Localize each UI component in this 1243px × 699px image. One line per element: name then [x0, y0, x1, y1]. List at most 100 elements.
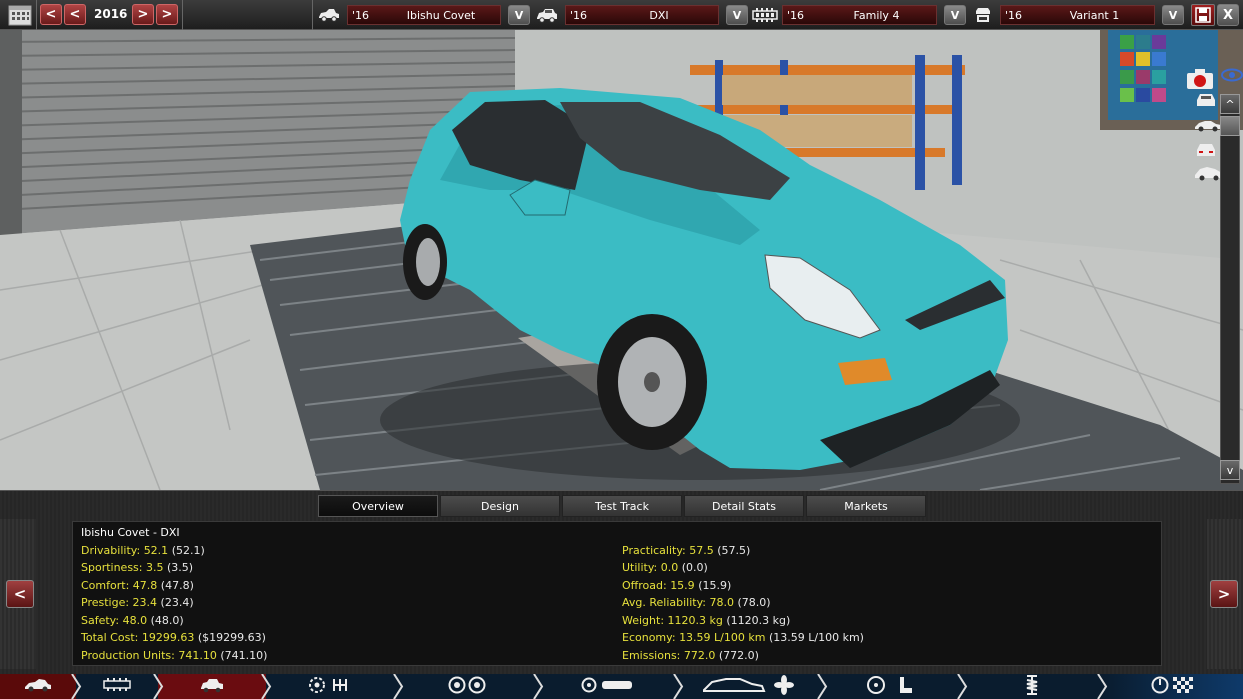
stat-label: Comfort:: [81, 579, 130, 592]
variant-year: '16: [1005, 8, 1023, 22]
suspension-tuning-icon: [1021, 674, 1043, 699]
trim-year: '16: [570, 8, 588, 22]
variant-select[interactable]: '16 Variant 1: [1000, 5, 1155, 25]
car-3d-viewport[interactable]: ^ v: [0, 30, 1243, 490]
stat-value: 13.59 L/100 km: [679, 631, 766, 644]
wheels-icon: [446, 676, 490, 698]
stat-label: Prestige:: [81, 596, 130, 609]
scroll-up-button[interactable]: ^: [1220, 94, 1240, 114]
model-dropdown-button[interactable]: V: [508, 5, 530, 25]
stat-label: Economy:: [622, 631, 676, 644]
divider: [36, 0, 37, 30]
stat-base: (1120.3 kg): [726, 614, 791, 627]
stat-production-units: Production Units: 741.10 (741.10): [81, 649, 267, 664]
stat-weight: Weight: 1120.3 kg (1120.3 kg): [622, 614, 790, 629]
trim-select[interactable]: '16 DXI: [565, 5, 719, 25]
stat-base: (48.0): [150, 614, 184, 627]
stat-base: (3.5): [167, 561, 194, 574]
zoom-scrollbar[interactable]: [1220, 94, 1240, 484]
stat-safety: Safety: 48.0 (48.0): [81, 614, 184, 629]
tab-markets[interactable]: Markets: [806, 495, 926, 517]
stat-base: (0.0): [681, 561, 708, 574]
stat-practicality: Practicality: 57.5 (57.5): [622, 544, 750, 559]
model-name: Ibishu Covet: [406, 8, 476, 22]
stat-base: (52.1): [171, 544, 205, 557]
stat-base: (57.5): [717, 544, 751, 557]
stat-value: 741.10: [178, 649, 217, 662]
close-button[interactable]: X: [1217, 4, 1239, 26]
stat-base: (13.59 L/100 km): [768, 631, 864, 644]
stat-label: Production Units:: [81, 649, 175, 662]
stat-base: (78.0): [737, 596, 771, 609]
stat-label: Total Cost:: [81, 631, 139, 644]
stat-label: Emissions:: [622, 649, 681, 662]
engine-variant-icon: [970, 6, 996, 24]
year-prev-fast-button[interactable]: <: [40, 4, 62, 25]
nav-aero-cooling[interactable]: [678, 674, 828, 699]
stat-value: 23.4: [132, 596, 158, 609]
stat-value: 15.9: [670, 579, 695, 592]
divider: [182, 0, 183, 30]
tab-detail-stats[interactable]: Detail Stats: [684, 495, 804, 517]
stat-value: 52.1: [143, 544, 169, 557]
tab-test-track[interactable]: Test Track: [562, 495, 682, 517]
divider: [312, 0, 313, 30]
wheel-front: [597, 314, 707, 450]
trim-icon: [199, 677, 225, 697]
nav-test-finish[interactable]: [1102, 674, 1243, 699]
garage-scene: [0, 30, 1243, 490]
tab-design[interactable]: Design: [440, 495, 560, 517]
stat-prestige: Prestige: 23.4 (23.4): [81, 596, 194, 611]
prev-car-button[interactable]: <: [6, 580, 34, 608]
tab-overview[interactable]: Overview: [318, 495, 438, 517]
stat-label: Avg. Reliability:: [622, 596, 707, 609]
year-next-button[interactable]: >: [132, 4, 154, 25]
year-display: 2016: [94, 7, 128, 21]
engine-block-icon: [752, 6, 778, 24]
nav-trim[interactable]: [158, 674, 272, 699]
nav-interior[interactable]: [822, 674, 968, 699]
panel-tabs: Overview Design Test Track Detail Stats …: [318, 495, 926, 517]
info-panel: Overview Design Test Track Detail Stats …: [0, 490, 1243, 674]
stat-label: Offroad:: [622, 579, 667, 592]
engine-year: '16: [787, 8, 805, 22]
aero-cooling-icon: [700, 674, 800, 699]
model-car-icon: [316, 6, 342, 24]
trim-dropdown-button[interactable]: V: [726, 5, 748, 25]
year-next-fast-button[interactable]: >: [156, 4, 178, 25]
trim-name: DXI: [649, 8, 669, 22]
model-select[interactable]: '16 Ibishu Covet: [347, 5, 501, 25]
calendar-icon[interactable]: [8, 4, 32, 26]
nav-wheels[interactable]: [398, 674, 544, 699]
eye-icon[interactable]: [1221, 68, 1243, 86]
stat-drivability: Drivability: 52.1 (52.1): [81, 544, 205, 559]
nav-suspension-tuning[interactable]: [962, 674, 1108, 699]
interior-icon: [866, 675, 918, 699]
stat-label: Drivability:: [81, 544, 141, 557]
camera-snapshot-icon[interactable]: [1185, 68, 1219, 92]
stat-emissions: Emissions: 772.0 (772.0): [622, 649, 759, 664]
stat-value: 47.8: [132, 579, 158, 592]
variant-name: Variant 1: [1069, 8, 1120, 22]
top-toolbar: < < 2016 > > '16 Ibishu Covet V '16 DXI …: [0, 0, 1243, 30]
variant-dropdown-button[interactable]: V: [1162, 5, 1184, 25]
chassis-icon: [102, 677, 132, 696]
nav-chassis[interactable]: [76, 674, 164, 699]
year-prev-button[interactable]: <: [64, 4, 86, 25]
overview-stats: Ibishu Covet - DXI Drivability: 52.1 (52…: [72, 521, 1162, 666]
scroll-down-button[interactable]: v: [1220, 460, 1240, 480]
trim-car-icon: [534, 6, 560, 24]
stat-value: 3.5: [146, 561, 164, 574]
stat-base: (772.0): [718, 649, 759, 662]
stat-economy: Economy: 13.59 L/100 km (13.59 L/100 km): [622, 631, 864, 646]
scroll-thumb[interactable]: [1220, 116, 1240, 136]
nav-brakes[interactable]: [538, 674, 684, 699]
save-icon[interactable]: [1191, 4, 1215, 26]
nav-engine-gearbox[interactable]: [266, 674, 404, 699]
engine-select[interactable]: '16 Family 4: [782, 5, 937, 25]
nav-car-body[interactable]: [0, 674, 82, 699]
stat-sportiness: Sportiness: 3.5 (3.5): [81, 561, 193, 576]
next-car-button[interactable]: >: [1210, 580, 1238, 608]
engine-dropdown-button[interactable]: V: [944, 5, 966, 25]
stat-base: (23.4): [160, 596, 194, 609]
